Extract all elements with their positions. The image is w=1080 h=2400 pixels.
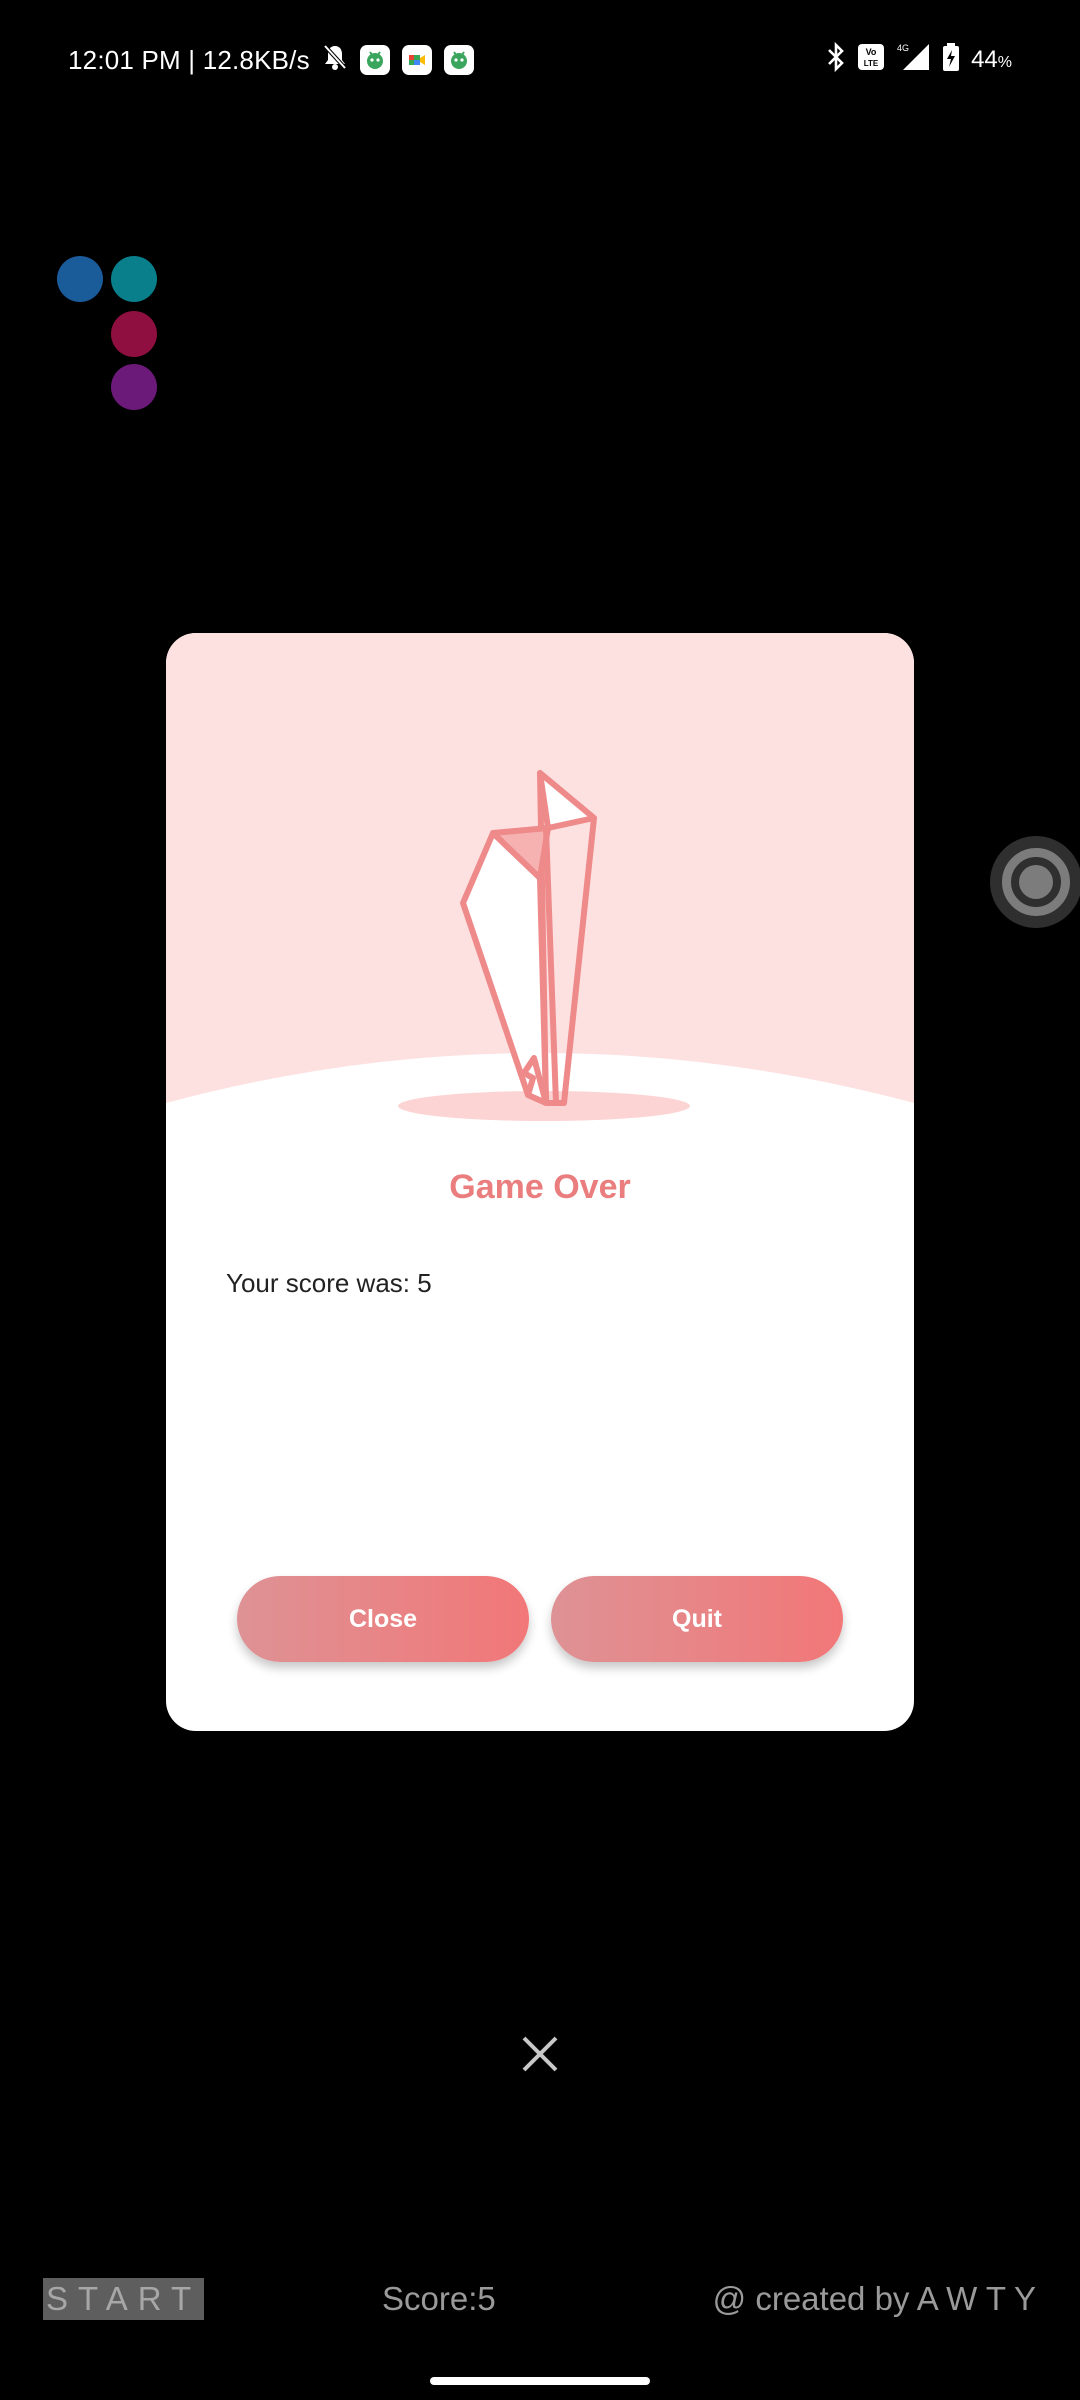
svg-text:Vo: Vo: [866, 47, 877, 57]
battery-level: 44%: [971, 46, 1012, 73]
dot-purple[interactable]: [111, 364, 157, 410]
screen: 12:01 PM | 12.8KB/s Vo LTE 4G 44% Game O…: [0, 0, 1080, 2400]
start-button[interactable]: START: [43, 2278, 205, 2320]
dialog-title: Game Over: [449, 1168, 631, 1206]
bluetooth-icon: [825, 41, 847, 79]
crystal-illustration: [166, 633, 914, 1121]
volte-icon: Vo LTE: [857, 43, 885, 78]
app-notification-icon: [443, 45, 474, 75]
credit-text: @ created by A W T Y: [712, 2280, 1036, 2317]
home-indicator[interactable]: [430, 2377, 650, 2385]
close-icon[interactable]: [520, 2034, 560, 2074]
dot-crimson[interactable]: [111, 311, 157, 357]
app-notification-icon: [359, 45, 390, 75]
silent-bell-icon: [322, 43, 348, 78]
quit-button[interactable]: Quit: [551, 1576, 843, 1662]
svg-text:LTE: LTE: [864, 59, 879, 68]
close-button[interactable]: Close: [237, 1576, 529, 1662]
signal-icon: 4G: [895, 42, 931, 79]
dialog-score-message: Your score was: 5: [226, 1268, 432, 1298]
dot-blue[interactable]: [57, 256, 103, 302]
status-bar: 12:01 PM | 12.8KB/s Vo LTE 4G 44%: [0, 0, 1080, 118]
battery-icon: [941, 42, 961, 79]
meet-notification-icon: [401, 45, 432, 75]
status-time-speed: 12:01 PM | 12.8KB/s: [68, 44, 310, 75]
status-right: Vo LTE 4G 44%: [825, 40, 1012, 80]
floating-record-button[interactable]: [990, 836, 1080, 928]
dot-teal[interactable]: [111, 256, 157, 302]
record-icon: [1002, 848, 1070, 916]
svg-text:4G: 4G: [897, 43, 909, 53]
score-label: Score:5: [382, 2280, 496, 2317]
status-left: 12:01 PM | 12.8KB/s: [68, 40, 474, 80]
